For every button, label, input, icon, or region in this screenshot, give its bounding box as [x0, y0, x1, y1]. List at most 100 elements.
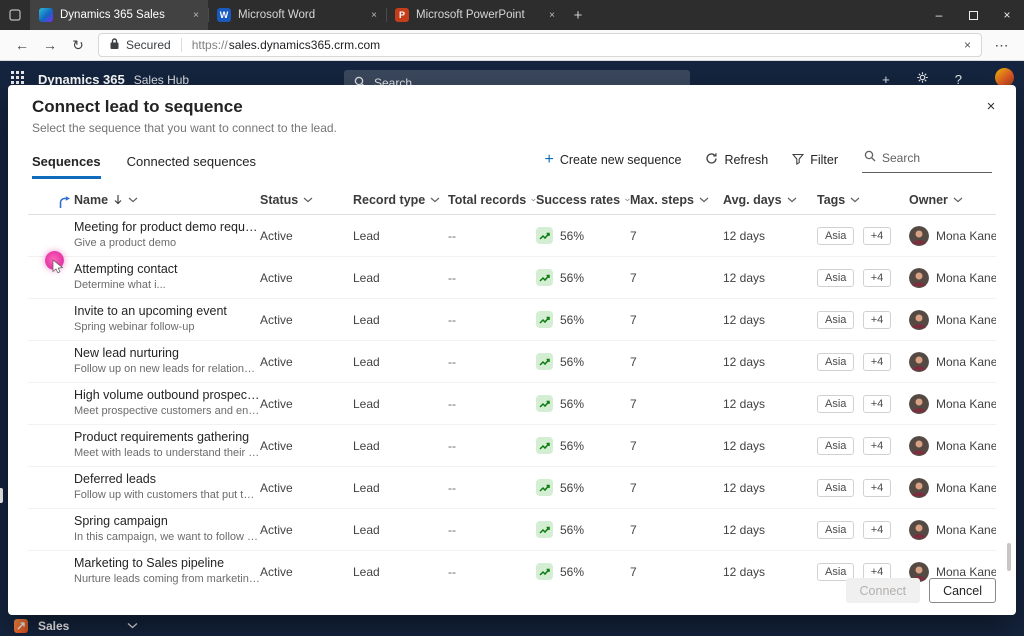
sequence-row[interactable]: New lead nurturing Follow up on new lead…	[28, 341, 996, 383]
browser-tab[interactable]: Dynamics 365 Sales ×	[30, 0, 208, 30]
tag-overflow-pill: +4	[863, 227, 892, 245]
cancel-button[interactable]: Cancel	[929, 578, 996, 603]
connect-button[interactable]: Connect	[846, 578, 921, 603]
new-tab-button[interactable]: +	[564, 0, 592, 30]
total-records-cell: --	[448, 439, 536, 453]
browser-tab[interactable]: P Microsoft PowerPoint ×	[386, 0, 564, 30]
sequence-row[interactable]: Meeting for product demo requests Give a…	[28, 215, 996, 257]
sequence-name-cell: High volume outbound prospecting Meet pr…	[74, 388, 260, 419]
tab-close-icon[interactable]: ×	[549, 10, 555, 21]
avg-days-cell: 12 days	[723, 355, 817, 369]
sequence-name: Marketing to Sales pipeline	[74, 556, 260, 572]
owner-avatar	[909, 310, 929, 330]
chevron-down-icon	[699, 197, 709, 203]
owner-cell: Mona Kane	[909, 310, 996, 330]
refresh-button[interactable]: Refresh	[705, 152, 768, 168]
lock-icon	[109, 37, 120, 53]
browser-menu-icon[interactable]: ⋯	[988, 37, 1016, 54]
sequence-row[interactable]: Spring campaign In this campaign, we wan…	[28, 509, 996, 551]
tag-pill: Asia	[817, 269, 854, 287]
sequence-row[interactable]: Invite to an upcoming event Spring webin…	[28, 299, 996, 341]
area-switcher[interactable]: Sales	[0, 615, 1024, 636]
status-cell: Active	[260, 229, 353, 243]
dialog-close-icon[interactable]: ×	[979, 94, 1003, 118]
url-scheme: https://	[192, 38, 228, 52]
dialog-search-box[interactable]	[862, 147, 992, 173]
total-records-cell: --	[448, 271, 536, 285]
tab-label: Microsoft PowerPoint	[416, 9, 542, 21]
tag-pill: Asia	[817, 521, 854, 539]
browser-tab-bar: Dynamics 365 Sales × W Microsoft Word × …	[0, 0, 1024, 30]
sequence-name: Meeting for product demo requests	[74, 220, 260, 236]
tag-overflow-pill: +4	[863, 395, 892, 413]
owner-cell: Mona Kane	[909, 226, 996, 246]
avg-days-cell: 12 days	[723, 229, 817, 243]
success-rate-cell: 56%	[536, 269, 630, 286]
tab-close-icon[interactable]: ×	[371, 10, 377, 21]
column-header-total-records[interactable]: Total records	[448, 193, 536, 207]
tags-cell: Asia +4	[817, 269, 909, 287]
browser-tab[interactable]: W Microsoft Word ×	[208, 0, 386, 30]
dialog-search-input[interactable]	[882, 151, 986, 165]
address-divider	[181, 38, 182, 52]
tags-cell: Asia +4	[817, 311, 909, 329]
tag-pill: Asia	[817, 395, 854, 413]
success-rate-value: 56%	[560, 355, 584, 369]
sequence-description: Follow up on new leads for relationship.…	[74, 363, 260, 377]
maximize-button[interactable]	[956, 0, 990, 30]
sequence-name-cell: Attempting contact Determine what i...	[74, 262, 260, 293]
column-header-avg-days[interactable]: Avg. days	[723, 193, 817, 207]
status-cell: Active	[260, 523, 353, 537]
sequence-row[interactable]: Deferred leads Follow up with customers …	[28, 467, 996, 509]
max-steps-cell: 7	[630, 565, 723, 579]
clear-url-icon[interactable]: ×	[964, 38, 971, 52]
sequence-row[interactable]: High volume outbound prospecting Meet pr…	[28, 383, 996, 425]
tab-label: Microsoft Word	[238, 9, 364, 21]
sequence-row[interactable]: Product requirements gathering Meet with…	[28, 425, 996, 467]
tags-cell: Asia +4	[817, 227, 909, 245]
column-header-max-steps[interactable]: Max. steps	[630, 193, 723, 207]
tab-sequences[interactable]: Sequences	[32, 154, 101, 179]
tab-actions-icon[interactable]	[0, 0, 30, 30]
owner-avatar	[909, 394, 929, 414]
total-records-cell: --	[448, 481, 536, 495]
sequence-description: Spring webinar follow-up	[74, 321, 260, 335]
sequence-rows: Meeting for product demo requests Give a…	[28, 215, 996, 587]
minimize-button[interactable]: –	[922, 0, 956, 30]
tags-cell: Asia +4	[817, 353, 909, 371]
avg-days-cell: 12 days	[723, 481, 817, 495]
filter-button[interactable]: Filter	[792, 153, 838, 168]
tag-overflow-pill: +4	[863, 353, 892, 371]
reload-button[interactable]: ↻	[64, 32, 92, 58]
vertical-scrollbar-thumb[interactable]	[1007, 543, 1011, 571]
column-header-name[interactable]: Name	[74, 193, 260, 207]
owner-cell: Mona Kane	[909, 268, 996, 288]
sequence-row[interactable]: Attempting contact Determine what i... A…	[28, 257, 996, 299]
tab-connected-sequences[interactable]: Connected sequences	[127, 154, 256, 179]
column-header-success-rates[interactable]: Success rates	[536, 193, 630, 207]
forward-button[interactable]: →	[36, 32, 64, 58]
owner-name: Mona Kane	[936, 355, 996, 369]
address-url-field[interactable]: Secured https:// sales.dynamics365.crm.c…	[98, 33, 982, 57]
sidebar-scroll-indicator	[0, 488, 3, 503]
column-header-tags[interactable]: Tags	[817, 193, 909, 207]
column-header-record-type[interactable]: Record type	[353, 193, 448, 207]
record-type-cell: Lead	[353, 439, 448, 453]
status-cell: Active	[260, 313, 353, 327]
tag-overflow-pill: +4	[863, 311, 892, 329]
sequence-name-cell: Marketing to Sales pipeline Nurture lead…	[74, 556, 260, 587]
filter-icon	[792, 153, 804, 168]
tap-indicator-icon	[58, 196, 71, 214]
column-header-status[interactable]: Status	[260, 193, 353, 207]
search-icon	[864, 149, 876, 167]
column-header-owner[interactable]: Owner	[909, 193, 996, 207]
tab-close-icon[interactable]: ×	[193, 10, 199, 21]
record-type-cell: Lead	[353, 523, 448, 537]
create-new-sequence-button[interactable]: + Create new sequence	[544, 152, 681, 168]
close-window-button[interactable]: ×	[990, 0, 1024, 30]
success-rate-value: 56%	[560, 565, 584, 579]
back-button[interactable]: ←	[8, 32, 36, 58]
sequence-description: Give a product demo	[74, 237, 260, 251]
mouse-cursor-icon	[52, 259, 65, 280]
success-rate-cell: 56%	[536, 353, 630, 370]
